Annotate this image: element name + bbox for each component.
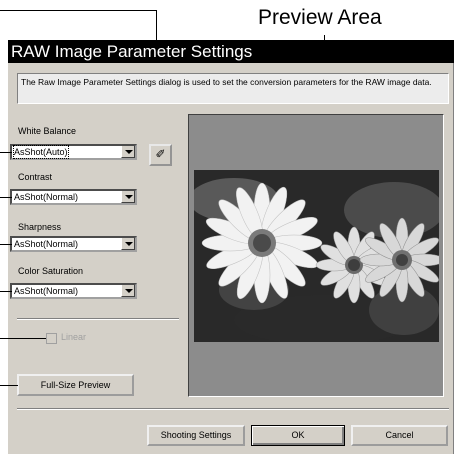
callout-line-color-saturation [0, 291, 12, 292]
linear-label: Linear [61, 332, 87, 342]
shooting-settings-button[interactable]: Shooting Settings [147, 425, 245, 446]
bottom-separator [17, 408, 449, 410]
eyedropper-icon: ✐ [155, 147, 166, 161]
chevron-down-icon[interactable] [121, 191, 135, 203]
color-saturation-label: Color Saturation [18, 266, 84, 276]
sharpness-value: AsShot(Normal) [14, 239, 79, 249]
flower-left [201, 182, 323, 304]
callout-line-sharpness [0, 244, 12, 245]
preview-area-callout-label: Preview Area [258, 6, 382, 29]
color-saturation-select[interactable]: AsShot(Normal) [10, 283, 137, 299]
raw-parameter-dialog: RAW Image Parameter Settings The Raw Ima… [8, 40, 454, 454]
chevron-down-icon[interactable] [121, 285, 135, 297]
ok-button[interactable]: OK [251, 425, 345, 446]
chevron-down-icon[interactable] [121, 238, 135, 250]
color-saturation-value: AsShot(Normal) [14, 286, 79, 296]
dialog-description: The Raw Image Parameter Settings dialog … [17, 73, 449, 104]
contrast-select[interactable]: AsShot(Normal) [10, 189, 137, 205]
sharpness-label: Sharpness [18, 222, 62, 232]
linear-checkbox[interactable] [46, 333, 57, 344]
callout-line-full-size-preview [0, 385, 18, 386]
white-balance-label: White Balance [18, 126, 77, 136]
cancel-button[interactable]: Cancel [351, 425, 448, 446]
left-separator [17, 318, 179, 320]
full-size-preview-button[interactable]: Full-Size Preview [17, 374, 134, 396]
white-balance-value: AsShot(Auto) [13, 145, 69, 159]
sharpness-select[interactable]: AsShot(Normal) [10, 236, 137, 252]
callout-line-top-horizontal [0, 10, 157, 11]
callout-line-white-balance [0, 152, 12, 153]
callout-line-linear [0, 338, 46, 339]
eyedropper-button[interactable]: ✐ [149, 144, 172, 166]
contrast-value: AsShot(Normal) [14, 192, 79, 202]
contrast-label: Contrast [18, 172, 53, 182]
chevron-down-icon[interactable] [121, 146, 135, 158]
preview-area [188, 114, 444, 397]
dialog-title: RAW Image Parameter Settings [8, 40, 454, 63]
white-balance-select[interactable]: AsShot(Auto) [10, 144, 137, 160]
flower-preview-image [194, 170, 439, 342]
callout-line-contrast [0, 197, 12, 198]
